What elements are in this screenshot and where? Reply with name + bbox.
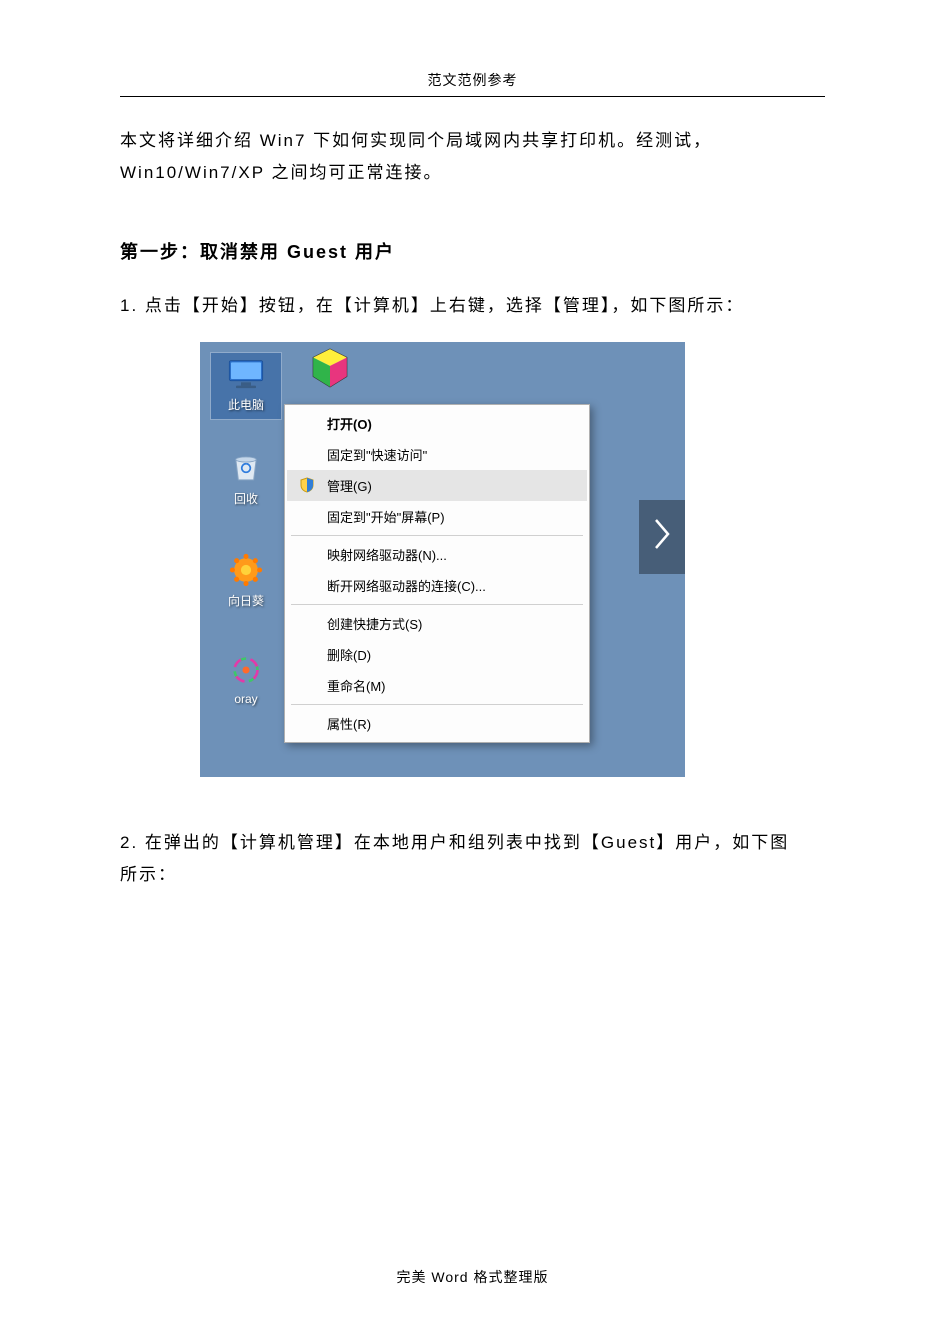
shield-icon [299,477,315,493]
desktop-icon-label: 向日葵 [216,592,276,609]
embedded-screenshot: 此电脑 回收 [200,342,685,777]
chevron-right-icon [652,516,672,557]
desktop-icon-recycle-bin[interactable]: 回收 [216,450,276,507]
desktop-icon-label: 此电脑 [216,396,276,413]
context-menu: 打开(O) 固定到"快速访问" 管理(G) 固定到"开始"屏幕(P) 映射网络驱… [284,404,590,743]
header-title: 范文范例参考 [428,72,518,88]
menu-item-pin-quick-access[interactable]: 固定到"快速访问" [287,439,587,470]
menu-item-map-drive[interactable]: 映射网络驱动器(N)... [287,539,587,570]
desktop-icon-sunflower[interactable]: 向日葵 [216,552,276,609]
document-page: 范文范例参考 本文将详细介绍 Win7 下如何实现同个局域网内共享打印机。经测试… [0,0,945,1337]
menu-item-open[interactable]: 打开(O) [287,408,587,439]
menu-item-disconnect-drive[interactable]: 断开网络驱动器的连接(C)... [287,570,587,601]
step2-line-1: 2. 在弹出的【计算机管理】在本地用户和组列表中找到【Guest】用户，如下图 [120,833,789,852]
menu-separator [291,535,583,536]
menu-item-create-shortcut[interactable]: 创建快捷方式(S) [287,608,587,639]
step2-instruction: 2. 在弹出的【计算机管理】在本地用户和组列表中找到【Guest】用户，如下图 … [120,827,825,892]
intro-paragraph: 本文将详细介绍 Win7 下如何实现同个局域网内共享打印机。经测试， Win10… [120,125,825,190]
slideshow-next-overlay[interactable] [639,500,685,574]
desktop-icon-label: oray [216,692,276,706]
cube-icon [309,350,351,386]
menu-item-properties[interactable]: 属性(R) [287,708,587,739]
menu-item-rename[interactable]: 重命名(M) [287,670,587,701]
menu-item-delete[interactable]: 删除(D) [287,639,587,670]
sunflower-icon [225,552,267,588]
menu-item-manage[interactable]: 管理(G) [287,470,587,501]
step1-title: 第一步：取消禁用 Guest 用户 [120,238,825,264]
page-footer: 完美 Word 格式整理版 [0,1267,945,1287]
desktop-icon-cube[interactable] [300,350,360,390]
oray-icon [225,652,267,688]
desktop-icon-label: 回收 [216,490,276,507]
recycle-bin-icon [225,450,267,486]
step2-line-2: 所示： [120,865,177,884]
menu-separator [291,704,583,705]
footer-text: 完美 Word 格式整理版 [397,1269,549,1285]
intro-line-2: Win10/Win7/XP 之间均可正常连接。 [120,163,442,182]
intro-line-1: 本文将详细介绍 Win7 下如何实现同个局域网内共享打印机。经测试， [120,131,712,150]
step1-instruction: 1. 点击【开始】按钮，在【计算机】上右键，选择【管理】，如下图所示： [120,290,825,322]
page-header: 范文范例参考 [120,70,825,97]
desktop-icon-this-pc[interactable]: 此电脑 [216,356,276,413]
monitor-icon [225,356,267,392]
menu-item-pin-start[interactable]: 固定到"开始"屏幕(P) [287,501,587,532]
menu-separator [291,604,583,605]
menu-item-label: 管理(G) [327,479,372,494]
desktop-icon-oray[interactable]: oray [216,652,276,706]
